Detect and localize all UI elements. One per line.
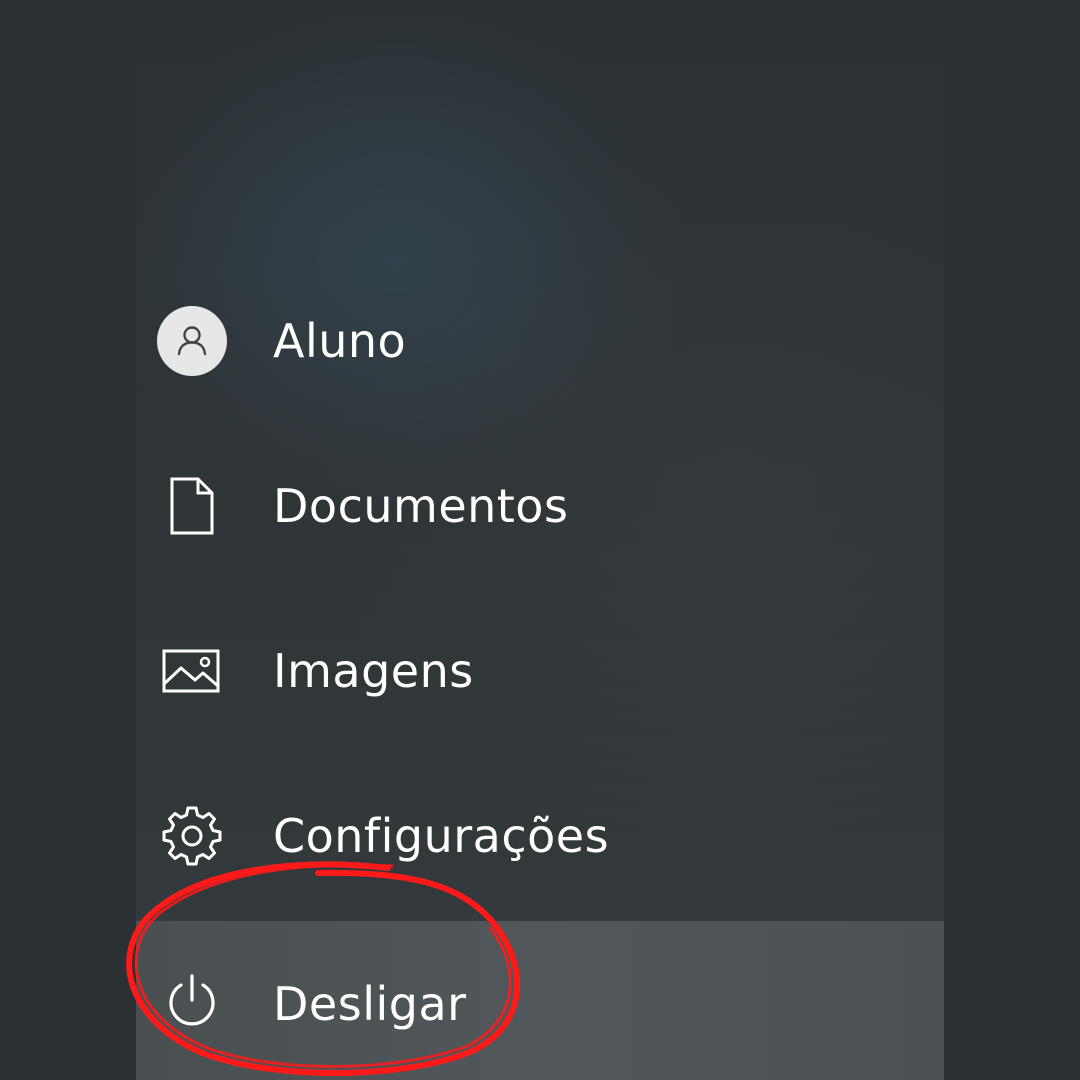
start-menu-item-label: Desligar [273,977,467,1031]
start-menu-item-power[interactable]: Desligar [136,921,944,1080]
avatar [157,306,227,376]
screenshot-canvas: Aluno Documentos Imagens Configurações D… [0,0,1080,1080]
start-menu-item-account[interactable]: Aluno [136,259,944,423]
start-menu-item-label: Documentos [273,479,569,533]
start-menu-item-label: Configurações [273,809,610,863]
user-icon [156,305,228,377]
start-menu-item-label: Imagens [273,644,474,698]
image-icon [156,635,228,707]
power-icon [156,965,228,1037]
start-menu-item-label: Aluno [273,314,407,368]
start-menu-item-documents[interactable]: Documentos [136,424,944,588]
start-menu-item-pictures[interactable]: Imagens [136,589,944,753]
gear-icon [156,800,228,872]
start-menu-item-settings[interactable]: Configurações [136,754,944,918]
document-icon [156,470,228,542]
